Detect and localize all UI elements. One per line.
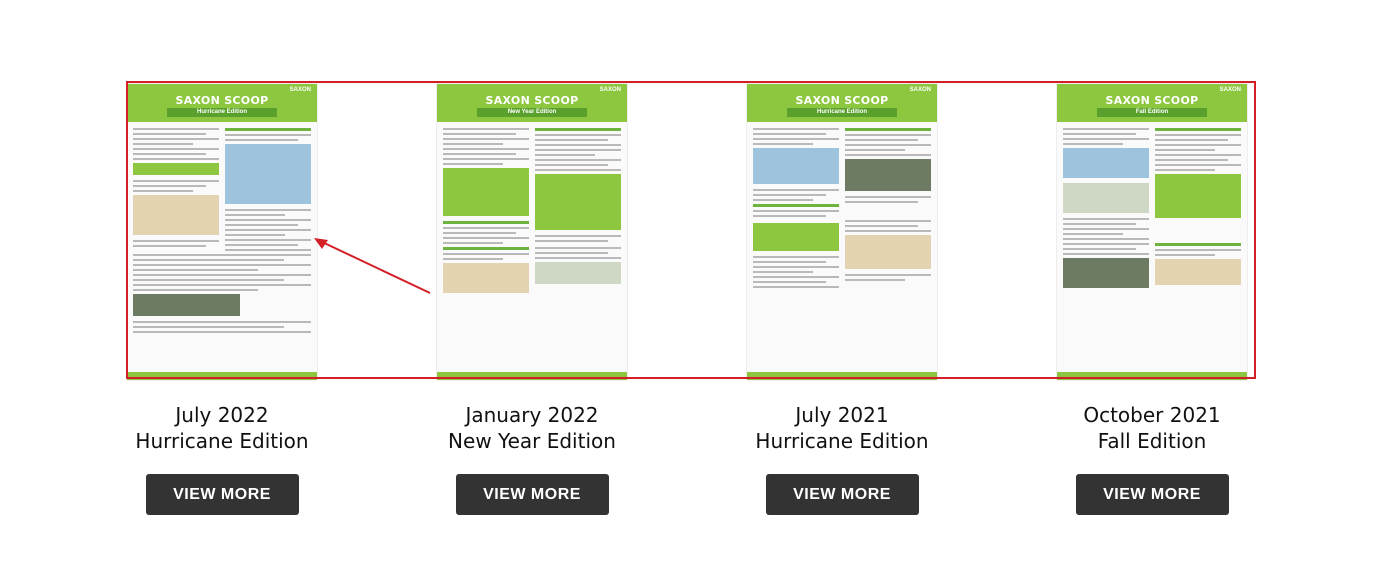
newsletter-footer: [127, 372, 317, 380]
newsletter-edition: New Year Edition: [448, 429, 616, 453]
newsletter-header: SAXON SAXON SCOOP Hurricane Edition: [127, 84, 317, 122]
brand-logo: SAXON: [289, 87, 311, 93]
newsletter-edition-banner: Hurricane Edition: [787, 108, 897, 117]
brand-logo: SAXON: [599, 87, 621, 93]
newsletter-thumbnail[interactable]: SAXON SAXON SCOOP Fall Edition: [1057, 84, 1247, 380]
newsletter-date: July 2021: [795, 403, 889, 427]
newsletter-header: SAXON SAXON SCOOP Fall Edition: [1057, 84, 1247, 122]
newsletter-footer: [437, 372, 627, 380]
newsletter-date: July 2022: [175, 403, 269, 427]
newsletter-date: October 2021: [1083, 403, 1221, 427]
newsletter-edition: Hurricane Edition: [135, 429, 309, 453]
brand-logo: SAXON: [1219, 87, 1241, 93]
newsletter-edition-banner: Fall Edition: [1097, 108, 1207, 117]
newsletter-masthead: SAXON SCOOP: [485, 94, 579, 107]
newsletter-card: SAXON SAXON SCOOP Hurricane Edition July…: [127, 84, 317, 515]
newsletter-card: SAXON SAXON SCOOP Fall Edition October 2…: [1057, 84, 1247, 515]
view-more-button[interactable]: VIEW MORE: [145, 474, 299, 515]
newsletter-body: [753, 128, 931, 370]
newsletter-thumbnail[interactable]: SAXON SAXON SCOOP Hurricane Edition: [747, 84, 937, 380]
newsletter-footer: [747, 372, 937, 380]
newsletter-edition: Hurricane Edition: [755, 429, 929, 453]
newsletter-masthead: SAXON SCOOP: [795, 94, 889, 107]
view-more-button[interactable]: VIEW MORE: [1075, 474, 1229, 515]
newsletter-header: SAXON SAXON SCOOP Hurricane Edition: [747, 84, 937, 122]
brand-logo: SAXON: [909, 87, 931, 93]
newsletter-title: January 2022 New Year Edition: [437, 402, 627, 454]
newsletter-date: January 2022: [465, 403, 599, 427]
newsletter-thumbnail[interactable]: SAXON SAXON SCOOP New Year Edition: [437, 84, 627, 380]
annotation-arrow: [314, 238, 431, 294]
newsletter-body: [443, 128, 621, 370]
newsletter-masthead: SAXON SCOOP: [175, 94, 269, 107]
newsletter-edition-banner: New Year Edition: [477, 108, 587, 117]
newsletter-edition-banner: Hurricane Edition: [167, 108, 277, 117]
newsletter-title: July 2021 Hurricane Edition: [747, 402, 937, 454]
newsletter-card: SAXON SAXON SCOOP Hurricane Edition July…: [747, 84, 937, 515]
view-more-button[interactable]: VIEW MORE: [765, 474, 919, 515]
newsletter-body: [1063, 128, 1241, 370]
newsletter-edition: Fall Edition: [1097, 429, 1207, 453]
newsletter-footer: [1057, 372, 1247, 380]
newsletter-card: SAXON SAXON SCOOP New Year Edition Janua…: [437, 84, 627, 515]
newsletter-title: July 2022 Hurricane Edition: [127, 402, 317, 454]
newsletter-title: October 2021 Fall Edition: [1057, 402, 1247, 454]
newsletter-body: [133, 128, 311, 370]
view-more-button[interactable]: VIEW MORE: [455, 474, 609, 515]
newsletter-thumbnail[interactable]: SAXON SAXON SCOOP Hurricane Edition: [127, 84, 317, 380]
newsletter-masthead: SAXON SCOOP: [1105, 94, 1199, 107]
newsletter-header: SAXON SAXON SCOOP New Year Edition: [437, 84, 627, 122]
